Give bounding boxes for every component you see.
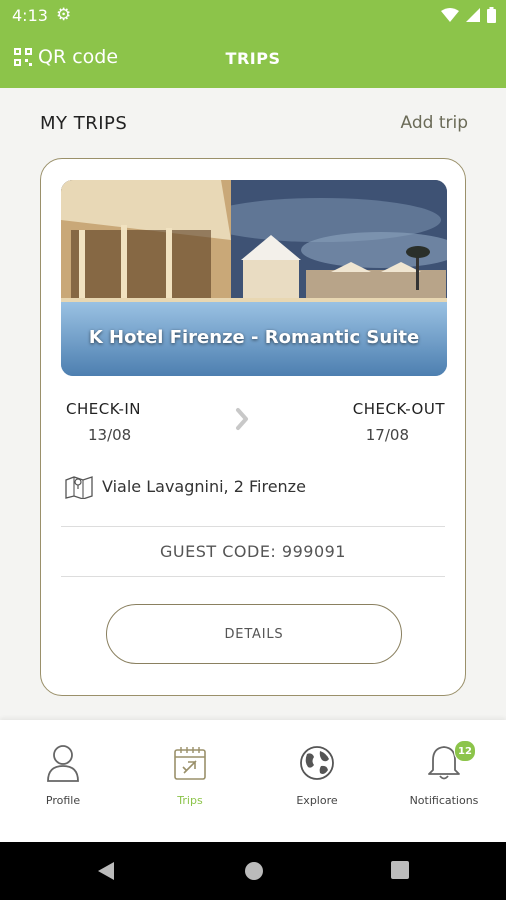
back-icon[interactable]	[96, 860, 116, 882]
app-bar: QR code TRIPS	[0, 32, 506, 88]
checkout-label: CHECK-OUT	[352, 400, 445, 418]
recents-icon[interactable]	[390, 860, 410, 880]
checkin-label: CHECK-IN	[66, 400, 142, 418]
settings-gear-icon: ⚙	[56, 5, 72, 25]
nav-label: Explore	[296, 794, 338, 807]
page-title: TRIPS	[225, 49, 281, 68]
signal-icon	[466, 8, 480, 22]
battery-icon	[487, 7, 496, 23]
hotel-name: K Hotel Firenze - Romantic Suite	[88, 327, 420, 348]
add-trip-link[interactable]: Add trip	[401, 113, 469, 133]
person-icon	[47, 745, 79, 782]
nav-item-explore[interactable]: Explore	[257, 742, 377, 807]
calendar-plane-icon	[174, 747, 206, 780]
section-title: MY TRIPS	[40, 113, 128, 134]
chevron-right-icon	[236, 408, 248, 430]
globe-icon	[300, 746, 334, 780]
nav-item-notifications[interactable]: 12 Notifications	[384, 740, 504, 807]
status-time: 4:13	[12, 6, 48, 25]
wifi-icon	[441, 8, 459, 22]
system-nav-bar	[0, 842, 506, 900]
system-icons	[441, 7, 496, 23]
nav-item-trips[interactable]: Trips	[130, 742, 250, 807]
address-row[interactable]: Viale Lavagnini, 2 Firenze	[65, 473, 306, 499]
guest-code: GUEST CODE: 999091	[160, 542, 346, 561]
address-text: Viale Lavagnini, 2 Firenze	[102, 476, 306, 496]
nav-item-profile[interactable]: Profile	[3, 742, 123, 807]
main-content: MY TRIPS Add trip K Hotel Firenze - Roma…	[0, 88, 506, 720]
details-button[interactable]: DETAILS	[106, 604, 402, 664]
status-bar: 4:13 ⚙	[0, 0, 506, 32]
checkin-date: 13/08	[88, 426, 132, 444]
bottom-nav: Profile Trips Explore 12 Notifications	[0, 720, 506, 842]
map-icon	[65, 476, 93, 499]
nav-label: Trips	[177, 794, 203, 807]
checkout-date: 17/08	[365, 426, 409, 444]
nav-label: Profile	[45, 794, 81, 807]
hotel-image: K Hotel Firenze - Romantic Suite	[61, 180, 447, 376]
nav-label: Notifications	[409, 794, 479, 807]
divider	[61, 576, 445, 577]
home-icon[interactable]	[243, 860, 265, 882]
notification-badge: 12	[454, 740, 476, 762]
divider	[61, 526, 445, 527]
trip-card: K Hotel Firenze - Romantic Suite CHECK-I…	[40, 158, 466, 696]
